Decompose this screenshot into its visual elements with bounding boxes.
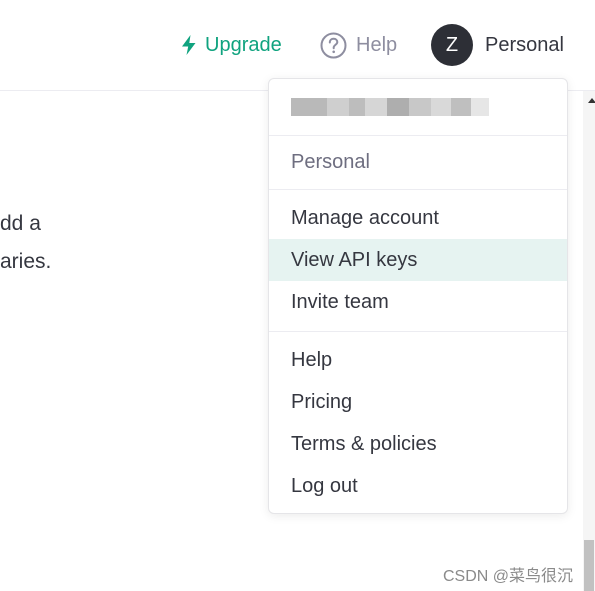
- account-email-redacted: [291, 98, 489, 116]
- menu-item-help[interactable]: Help: [269, 339, 567, 381]
- menu-item-view-api-keys[interactable]: View API keys: [269, 239, 567, 281]
- page-text-line: dd a: [0, 212, 41, 235]
- scrollbar-track[interactable]: [583, 91, 595, 591]
- help-label: Help: [356, 33, 398, 56]
- menu-item-log-out[interactable]: Log out: [269, 465, 567, 507]
- account-section: Manage account View API keys Invite team: [269, 190, 567, 332]
- page-text-line: aries.: [0, 250, 52, 273]
- account-email-section: [269, 79, 567, 136]
- avatar: Z: [431, 24, 473, 66]
- account-menu-button[interactable]: Z Personal: [431, 24, 564, 66]
- menu-item-terms-policies[interactable]: Terms & policies: [269, 423, 567, 465]
- org-name[interactable]: Personal: [269, 136, 567, 190]
- menu-item-invite-team[interactable]: Invite team: [269, 281, 567, 323]
- lightning-icon: [180, 34, 198, 56]
- personal-label: Personal: [485, 33, 564, 56]
- account-dropdown-menu: Personal Manage account View API keys In…: [268, 78, 568, 514]
- misc-section: Help Pricing Terms & policies Log out: [269, 332, 567, 513]
- question-circle-icon: [320, 32, 347, 59]
- scrollbar-thumb[interactable]: [584, 540, 594, 591]
- help-link[interactable]: Help: [320, 31, 397, 59]
- menu-item-manage-account[interactable]: Manage account: [269, 197, 567, 239]
- upgrade-label: Upgrade: [205, 33, 282, 56]
- watermark: CSDN @菜鸟很沉: [443, 568, 574, 585]
- menu-item-pricing[interactable]: Pricing: [269, 381, 567, 423]
- upgrade-link[interactable]: Upgrade: [180, 31, 282, 59]
- scroll-up-arrow-icon[interactable]: [588, 98, 595, 103]
